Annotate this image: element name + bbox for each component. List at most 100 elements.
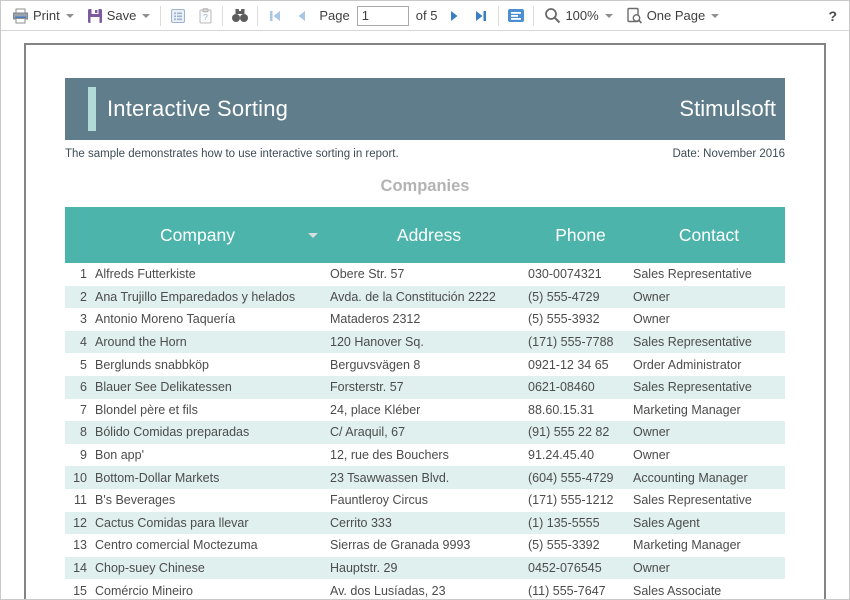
address-cell: Hauptstr. 29	[330, 557, 528, 580]
phone-cell: (5) 555-4729	[528, 286, 633, 309]
row-number-cell: 7	[65, 399, 95, 422]
company-cell: Berglunds snabbköp	[95, 353, 330, 376]
find-button[interactable]	[230, 6, 250, 26]
row-number-cell: 13	[65, 534, 95, 557]
toolbar: Print Save	[1, 1, 849, 31]
contact-cell: Sales Associate	[633, 579, 785, 600]
chevron-down-icon	[711, 14, 719, 18]
contact-cell: Accounting Manager	[633, 466, 785, 489]
phone-cell: (171) 555-7788	[528, 331, 633, 354]
address-cell: C/ Araquil, 67	[330, 421, 528, 444]
phone-cell: 0621-08460	[528, 376, 633, 399]
address-cell: Sierras de Granada 9993	[330, 534, 528, 557]
row-number-cell: 11	[65, 489, 95, 512]
table-row: 7Blondel père et fils24, place Kléber88.…	[65, 399, 785, 422]
address-cell: Avda. de la Constitución 2222	[330, 286, 528, 309]
next-page-button[interactable]	[444, 6, 464, 26]
table-row: 11B's BeveragesFauntleroy Circus(171) 55…	[65, 489, 785, 512]
full-screen-icon	[507, 8, 525, 23]
company-cell: Ana Trujillo Emparedados y helados	[95, 286, 330, 309]
table-row: 3Antonio Moreno TaqueríaMataderos 2312(5…	[65, 308, 785, 331]
row-number-cell: 6	[65, 376, 95, 399]
company-cell: Antonio Moreno Taquería	[95, 308, 330, 331]
parameters-icon: ?	[198, 8, 213, 24]
row-number-cell: 8	[65, 421, 95, 444]
row-number-cell: 5	[65, 353, 95, 376]
table-row: 8Bólido Comidas preparadasC/ Araquil, 67…	[65, 421, 785, 444]
report-viewer-area: Interactive Sorting Stimulsoft The sampl…	[1, 31, 849, 600]
address-cell: Obere Str. 57	[330, 263, 528, 286]
full-screen-button[interactable]	[506, 6, 526, 26]
zoom-dropdown[interactable]: 100%	[541, 5, 615, 26]
zoom-value: 100%	[565, 8, 598, 23]
contact-cell: Sales Representative	[633, 376, 785, 399]
address-column-header[interactable]: Address	[330, 207, 528, 263]
row-number-cell: 9	[65, 444, 95, 467]
contact-cell: Marketing Manager	[633, 399, 785, 422]
company-header-label: Company	[160, 225, 235, 245]
save-button[interactable]: Save	[84, 6, 154, 26]
contact-cell: Owner	[633, 557, 785, 580]
table-row: 5Berglunds snabbköpBerguvsvägen 80921-12…	[65, 353, 785, 376]
company-cell: Comércio Mineiro	[95, 579, 330, 600]
view-mode-dropdown[interactable]: One Page	[623, 5, 723, 26]
contact-cell: Sales Agent	[633, 512, 785, 535]
address-cell: Av. dos Lusíadas, 23	[330, 579, 528, 600]
address-cell: 120 Hanover Sq.	[330, 331, 528, 354]
table-row: 4Around the Horn120 Hanover Sq.(171) 555…	[65, 331, 785, 354]
first-page-icon	[268, 10, 282, 22]
contact-cell: Marketing Manager	[633, 534, 785, 557]
toolbar-separator	[533, 6, 534, 26]
report-subline: The sample demonstrates how to use inter…	[65, 148, 785, 160]
phone-cell: 0921-12 34 65	[528, 353, 633, 376]
companies-table: Company Address Phone Contact 1Alfreds F…	[65, 207, 785, 600]
help-button[interactable]: ?	[824, 8, 841, 24]
report-date: Date: November 2016	[672, 148, 785, 160]
table-row: 13Centro comercial MoctezumaSierras de G…	[65, 534, 785, 557]
row-number-cell: 10	[65, 466, 95, 489]
page-number-input[interactable]	[357, 6, 409, 26]
company-cell: B's Beverages	[95, 489, 330, 512]
chevron-down-icon	[66, 14, 74, 18]
company-cell: Blauer See Delikatessen	[95, 376, 330, 399]
bookmarks-button[interactable]	[168, 6, 188, 26]
table-row: 1Alfreds FutterkisteObere Str. 57030-007…	[65, 263, 785, 286]
previous-page-icon	[296, 10, 308, 22]
contact-cell: Order Administrator	[633, 353, 785, 376]
company-cell: Bólido Comidas preparadas	[95, 421, 330, 444]
chevron-down-icon	[605, 14, 613, 18]
row-number-cell: 2	[65, 286, 95, 309]
report-viewer-window: Print Save	[0, 0, 850, 600]
sort-indicator-icon	[308, 233, 318, 238]
parameters-button[interactable]: ?	[195, 6, 215, 26]
page-count-label: of 5	[416, 8, 438, 23]
row-number-cell: 14	[65, 557, 95, 580]
brand-label: Stimulsoft	[679, 96, 776, 122]
contact-cell: Sales Representative	[633, 331, 785, 354]
phone-column-header[interactable]: Phone	[528, 207, 633, 263]
last-page-button[interactable]	[471, 6, 491, 26]
contact-cell: Owner	[633, 286, 785, 309]
address-cell: 23 Tsawwassen Blvd.	[330, 466, 528, 489]
contact-column-header[interactable]: Contact	[633, 207, 785, 263]
banner-accent-bar	[88, 87, 96, 131]
save-label: Save	[107, 8, 137, 23]
phone-cell: (604) 555-4729	[528, 466, 633, 489]
report-title: Interactive Sorting	[107, 96, 288, 122]
bookmarks-icon	[170, 8, 186, 24]
phone-cell: (1) 135-5555	[528, 512, 633, 535]
toolbar-separator	[498, 6, 499, 26]
page-label: Page	[319, 8, 349, 23]
first-page-button[interactable]	[265, 6, 285, 26]
view-mode-label: One Page	[647, 8, 706, 23]
company-column-header[interactable]: Company	[65, 207, 330, 263]
table-row: 2Ana Trujillo Emparedados y heladosAvda.…	[65, 286, 785, 309]
print-button[interactable]: Print	[9, 6, 77, 26]
toolbar-separator	[222, 6, 223, 26]
previous-page-button[interactable]	[292, 6, 312, 26]
chevron-down-icon	[142, 14, 150, 18]
phone-cell: 91.24.45.40	[528, 444, 633, 467]
row-number-cell: 4	[65, 331, 95, 354]
company-cell: Alfreds Futterkiste	[95, 263, 330, 286]
company-cell: Bon app'	[95, 444, 330, 467]
